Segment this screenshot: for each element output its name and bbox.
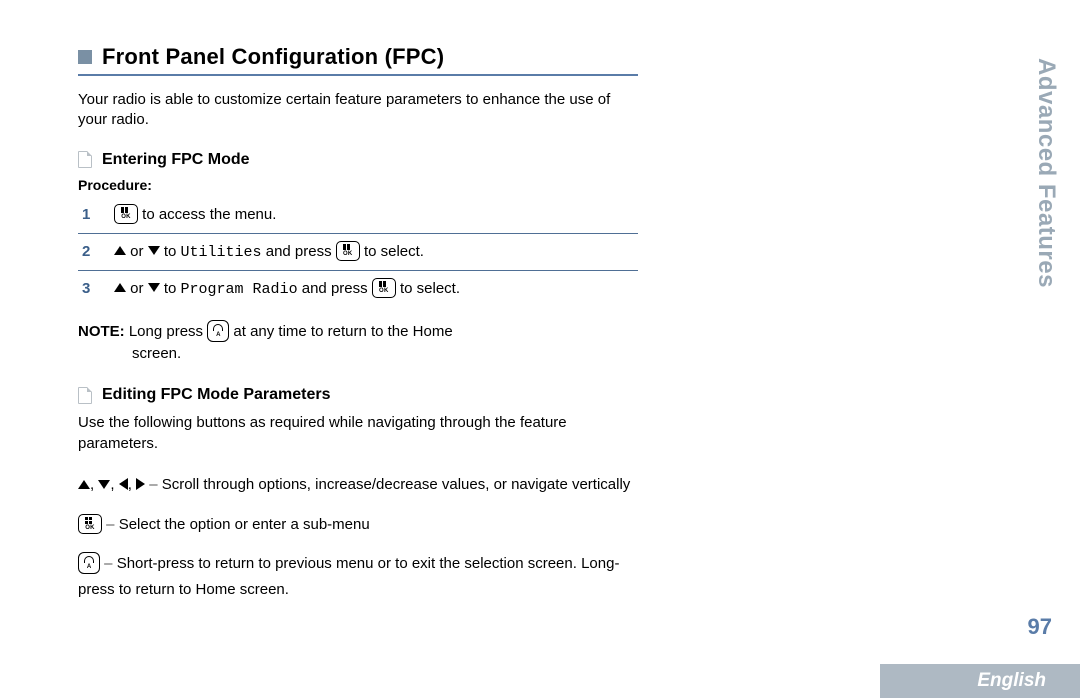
step-number: 3 xyxy=(78,270,110,307)
step-text: to xyxy=(160,242,181,259)
dash: – xyxy=(145,476,162,493)
menu-name: Program Radio xyxy=(181,280,298,297)
step-content: OK to access the menu. xyxy=(110,197,638,234)
step-number: 2 xyxy=(78,233,110,270)
ok-key-icon: OK xyxy=(78,514,102,534)
control-text: Select the option or enter a sub-menu xyxy=(119,516,370,533)
ok-key-label: OK xyxy=(85,525,95,531)
note-block: NOTE: Long press A at any time to return… xyxy=(78,321,638,365)
sep: , xyxy=(128,476,136,493)
right-arrow-icon xyxy=(136,478,145,490)
control-text: Short-press to return to previous menu o… xyxy=(78,555,619,598)
step-row: 2 or to Utilities and press OK to select… xyxy=(78,233,638,270)
down-arrow-icon xyxy=(148,283,160,292)
up-arrow-icon xyxy=(114,246,126,255)
step-content: or to Program Radio and press OK to sele… xyxy=(110,270,638,307)
step-text: to access the menu. xyxy=(138,205,276,222)
back-key-label: A xyxy=(87,564,91,570)
ok-key-icon: OK xyxy=(372,278,396,298)
language-label: English xyxy=(977,670,1046,692)
step-row: 1 OK to access the menu. xyxy=(78,197,638,234)
dash: – xyxy=(102,516,119,533)
ok-key-label: OK xyxy=(121,214,131,220)
step-row: 3 or to Program Radio and press OK to se… xyxy=(78,270,638,307)
step-text: and press xyxy=(262,242,336,259)
page-icon xyxy=(78,151,92,168)
control-description: OK – Select the option or enter a sub-me… xyxy=(78,512,638,538)
ok-key-icon: OK xyxy=(114,204,138,224)
page-title: Front Panel Configuration (FPC) xyxy=(102,44,444,70)
step-content: or to Utilities and press OK to select. xyxy=(110,233,638,270)
note-label: NOTE: xyxy=(78,323,125,340)
down-arrow-icon xyxy=(148,246,160,255)
step-text: to select. xyxy=(396,279,460,296)
note-text: Long press xyxy=(125,323,208,340)
side-tab-label: Advanced Features xyxy=(1032,58,1060,288)
control-description: , , , – Scroll through options, increase… xyxy=(78,472,638,498)
step-text: or xyxy=(126,279,148,296)
step-number: 1 xyxy=(78,197,110,234)
left-arrow-icon xyxy=(119,478,128,490)
up-arrow-icon xyxy=(114,283,126,292)
control-description: A – Short-press to return to previous me… xyxy=(78,551,638,602)
procedure-label: Procedure: xyxy=(78,177,638,193)
control-text: Scroll through options, increase/decreas… xyxy=(162,476,631,493)
square-bullet-icon xyxy=(78,50,92,64)
back-key-icon: A xyxy=(78,552,100,574)
step-text: to select. xyxy=(360,242,424,259)
h2-row: Editing FPC Mode Parameters xyxy=(78,386,638,404)
section1-title: Entering FPC Mode xyxy=(102,151,250,169)
dash: – xyxy=(100,555,117,572)
back-key-icon: A xyxy=(207,320,229,342)
content-column: Front Panel Configuration (FPC) Your rad… xyxy=(78,44,638,616)
step-text: or xyxy=(126,242,148,259)
sep: , xyxy=(90,476,98,493)
ok-key-label: OK xyxy=(343,251,353,257)
h1-row: Front Panel Configuration (FPC) xyxy=(78,44,638,76)
menu-name: Utilities xyxy=(181,243,262,260)
sep: , xyxy=(110,476,118,493)
ok-key-icon: OK xyxy=(336,241,360,261)
section2-intro: Use the following buttons as required wh… xyxy=(78,412,638,454)
up-arrow-icon xyxy=(78,480,90,489)
language-bar: English xyxy=(880,664,1080,698)
ok-key-label: OK xyxy=(379,288,389,294)
intro-paragraph: Your radio is able to customize certain … xyxy=(78,90,638,131)
back-key-label: A xyxy=(216,332,220,338)
section2-title: Editing FPC Mode Parameters xyxy=(102,386,331,404)
down-arrow-icon xyxy=(98,480,110,489)
note-text-cont: screen. xyxy=(132,343,638,365)
step-text: and press xyxy=(298,279,372,296)
page-number: 97 xyxy=(1028,614,1052,640)
page-icon xyxy=(78,387,92,404)
procedure-steps: 1 OK to access the menu. 2 or to Utiliti… xyxy=(78,197,638,307)
manual-page: Front Panel Configuration (FPC) Your rad… xyxy=(0,0,1080,698)
step-text: to xyxy=(160,279,181,296)
note-text: at any time to return to the Home xyxy=(229,323,452,340)
h2-row: Entering FPC Mode xyxy=(78,151,638,169)
